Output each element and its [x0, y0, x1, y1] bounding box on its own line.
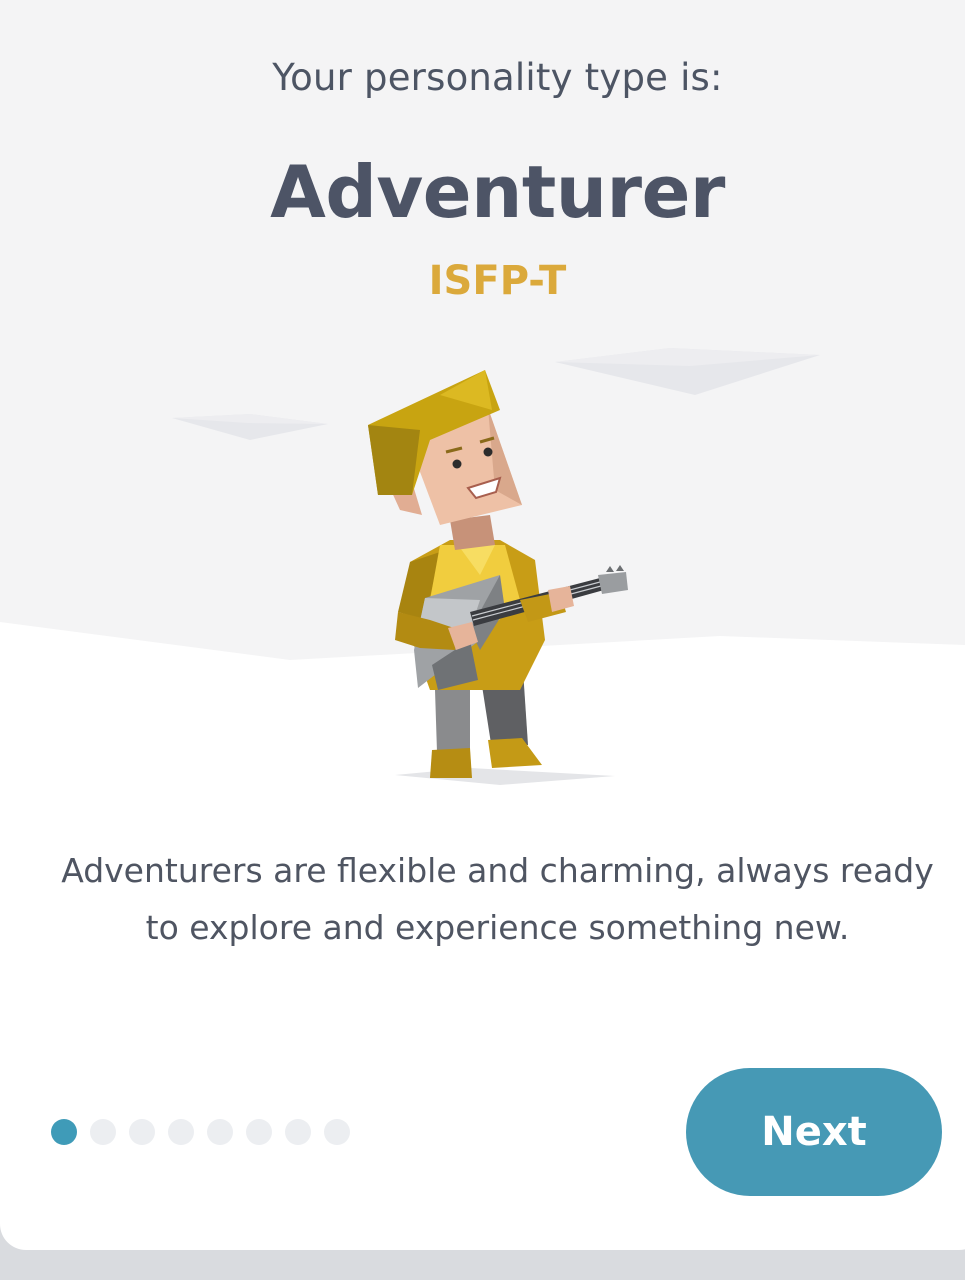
pagination-dot	[246, 1119, 272, 1145]
pagination-dots	[51, 1119, 350, 1145]
pagination-dot	[285, 1119, 311, 1145]
result-kicker: Your personality type is:	[272, 56, 723, 99]
pagination-dot	[168, 1119, 194, 1145]
personality-type-name: Adventurer	[270, 150, 725, 234]
personality-description: Adventurers are flexible and charming, a…	[61, 851, 934, 947]
adventurer-guitar-character-icon	[368, 370, 628, 785]
personality-type-code: ISFP-T	[428, 258, 567, 304]
pagination-dot	[90, 1119, 116, 1145]
result-card: Your personality type is: Adventurer ISF…	[0, 0, 965, 1250]
pagination-dot	[207, 1119, 233, 1145]
pagination-dot-active	[51, 1119, 77, 1145]
pagination-dot	[324, 1119, 350, 1145]
pagination-dot	[129, 1119, 155, 1145]
next-button[interactable]: Next	[686, 1068, 942, 1196]
